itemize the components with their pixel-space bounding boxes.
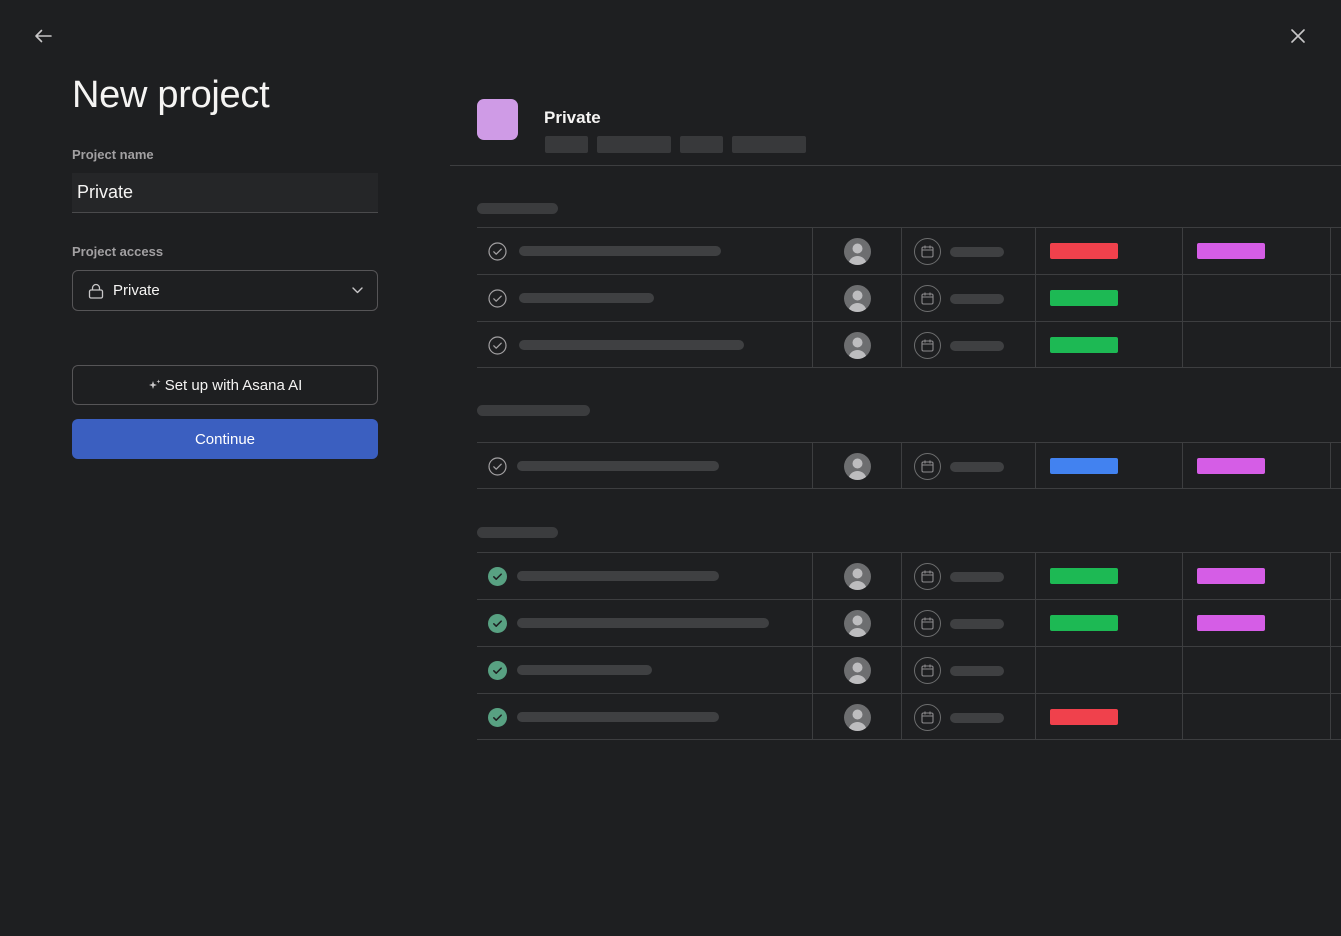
tag-magenta [1197, 615, 1265, 631]
project-access-select[interactable]: Private [72, 270, 378, 311]
task-name-placeholder [517, 712, 719, 722]
table-row [477, 274, 1341, 321]
avatar [844, 563, 871, 590]
tab-placeholder [597, 136, 671, 153]
avatar [844, 657, 871, 684]
project-access-value: Private [113, 282, 160, 299]
preview-divider [450, 165, 1341, 166]
table-row [477, 442, 1341, 489]
check-circle-icon [488, 457, 507, 476]
due-date-placeholder [950, 247, 1004, 257]
tag-magenta [1197, 243, 1265, 259]
project-preview-title: Private [544, 108, 601, 127]
task-name-placeholder [519, 340, 744, 350]
calendar-icon [914, 657, 941, 684]
due-date-placeholder [950, 713, 1004, 723]
due-date-placeholder [950, 341, 1004, 351]
section-header-placeholder [477, 405, 590, 416]
tab-placeholder [545, 136, 588, 153]
due-date-placeholder [950, 294, 1004, 304]
check-complete-icon [488, 661, 507, 680]
task-name-placeholder [519, 293, 654, 303]
table-row [477, 227, 1341, 274]
check-complete-icon [488, 708, 507, 727]
tag-green [1050, 337, 1118, 353]
table-row [477, 552, 1341, 599]
check-circle-icon [488, 336, 507, 355]
tab-placeholder [680, 136, 723, 153]
tag-green [1050, 615, 1118, 631]
lock-icon [88, 283, 104, 299]
due-date-placeholder [950, 572, 1004, 582]
calendar-icon [914, 285, 941, 312]
back-arrow-icon[interactable] [29, 22, 57, 50]
chevron-down-icon [352, 287, 363, 294]
setup-with-ai-button[interactable]: Set up with Asana AI [72, 365, 378, 405]
calendar-icon [914, 238, 941, 265]
calendar-icon [914, 610, 941, 637]
setup-with-ai-label: Set up with Asana AI [164, 376, 303, 394]
check-complete-icon [488, 567, 507, 586]
tag-green [1050, 290, 1118, 306]
project-access-label: Project access [72, 244, 164, 259]
check-circle-icon [488, 289, 507, 308]
due-date-placeholder [950, 619, 1004, 629]
project-name-input[interactable] [72, 173, 378, 213]
project-preview: Private [450, 0, 1341, 936]
avatar [844, 453, 871, 480]
table-row [477, 321, 1341, 368]
section-header-placeholder [477, 527, 558, 538]
check-complete-icon [488, 614, 507, 633]
tag-red [1050, 243, 1118, 259]
avatar [844, 332, 871, 359]
task-name-placeholder [517, 461, 719, 471]
tag-red [1050, 709, 1118, 725]
tab-placeholder [732, 136, 806, 153]
avatar [844, 704, 871, 731]
due-date-placeholder [950, 666, 1004, 676]
task-name-placeholder [517, 665, 652, 675]
project-color-swatch [477, 99, 518, 140]
table-row [477, 693, 1341, 740]
calendar-icon [914, 453, 941, 480]
avatar [844, 285, 871, 312]
tag-blue [1050, 458, 1118, 474]
avatar [844, 238, 871, 265]
sparkle-icon [148, 379, 161, 392]
calendar-icon [914, 332, 941, 359]
table-row [477, 646, 1341, 693]
due-date-placeholder [950, 462, 1004, 472]
check-circle-icon [488, 242, 507, 261]
section-header-placeholder [477, 203, 558, 214]
tag-magenta [1197, 568, 1265, 584]
project-name-label: Project name [72, 147, 154, 162]
avatar [844, 610, 871, 637]
continue-button[interactable]: Continue [72, 419, 378, 459]
tag-green [1050, 568, 1118, 584]
task-name-placeholder [519, 246, 721, 256]
tag-magenta [1197, 458, 1265, 474]
calendar-icon [914, 563, 941, 590]
table-row [477, 599, 1341, 646]
page-title: New project [72, 74, 270, 116]
task-name-placeholder [517, 618, 769, 628]
calendar-icon [914, 704, 941, 731]
task-name-placeholder [517, 571, 719, 581]
